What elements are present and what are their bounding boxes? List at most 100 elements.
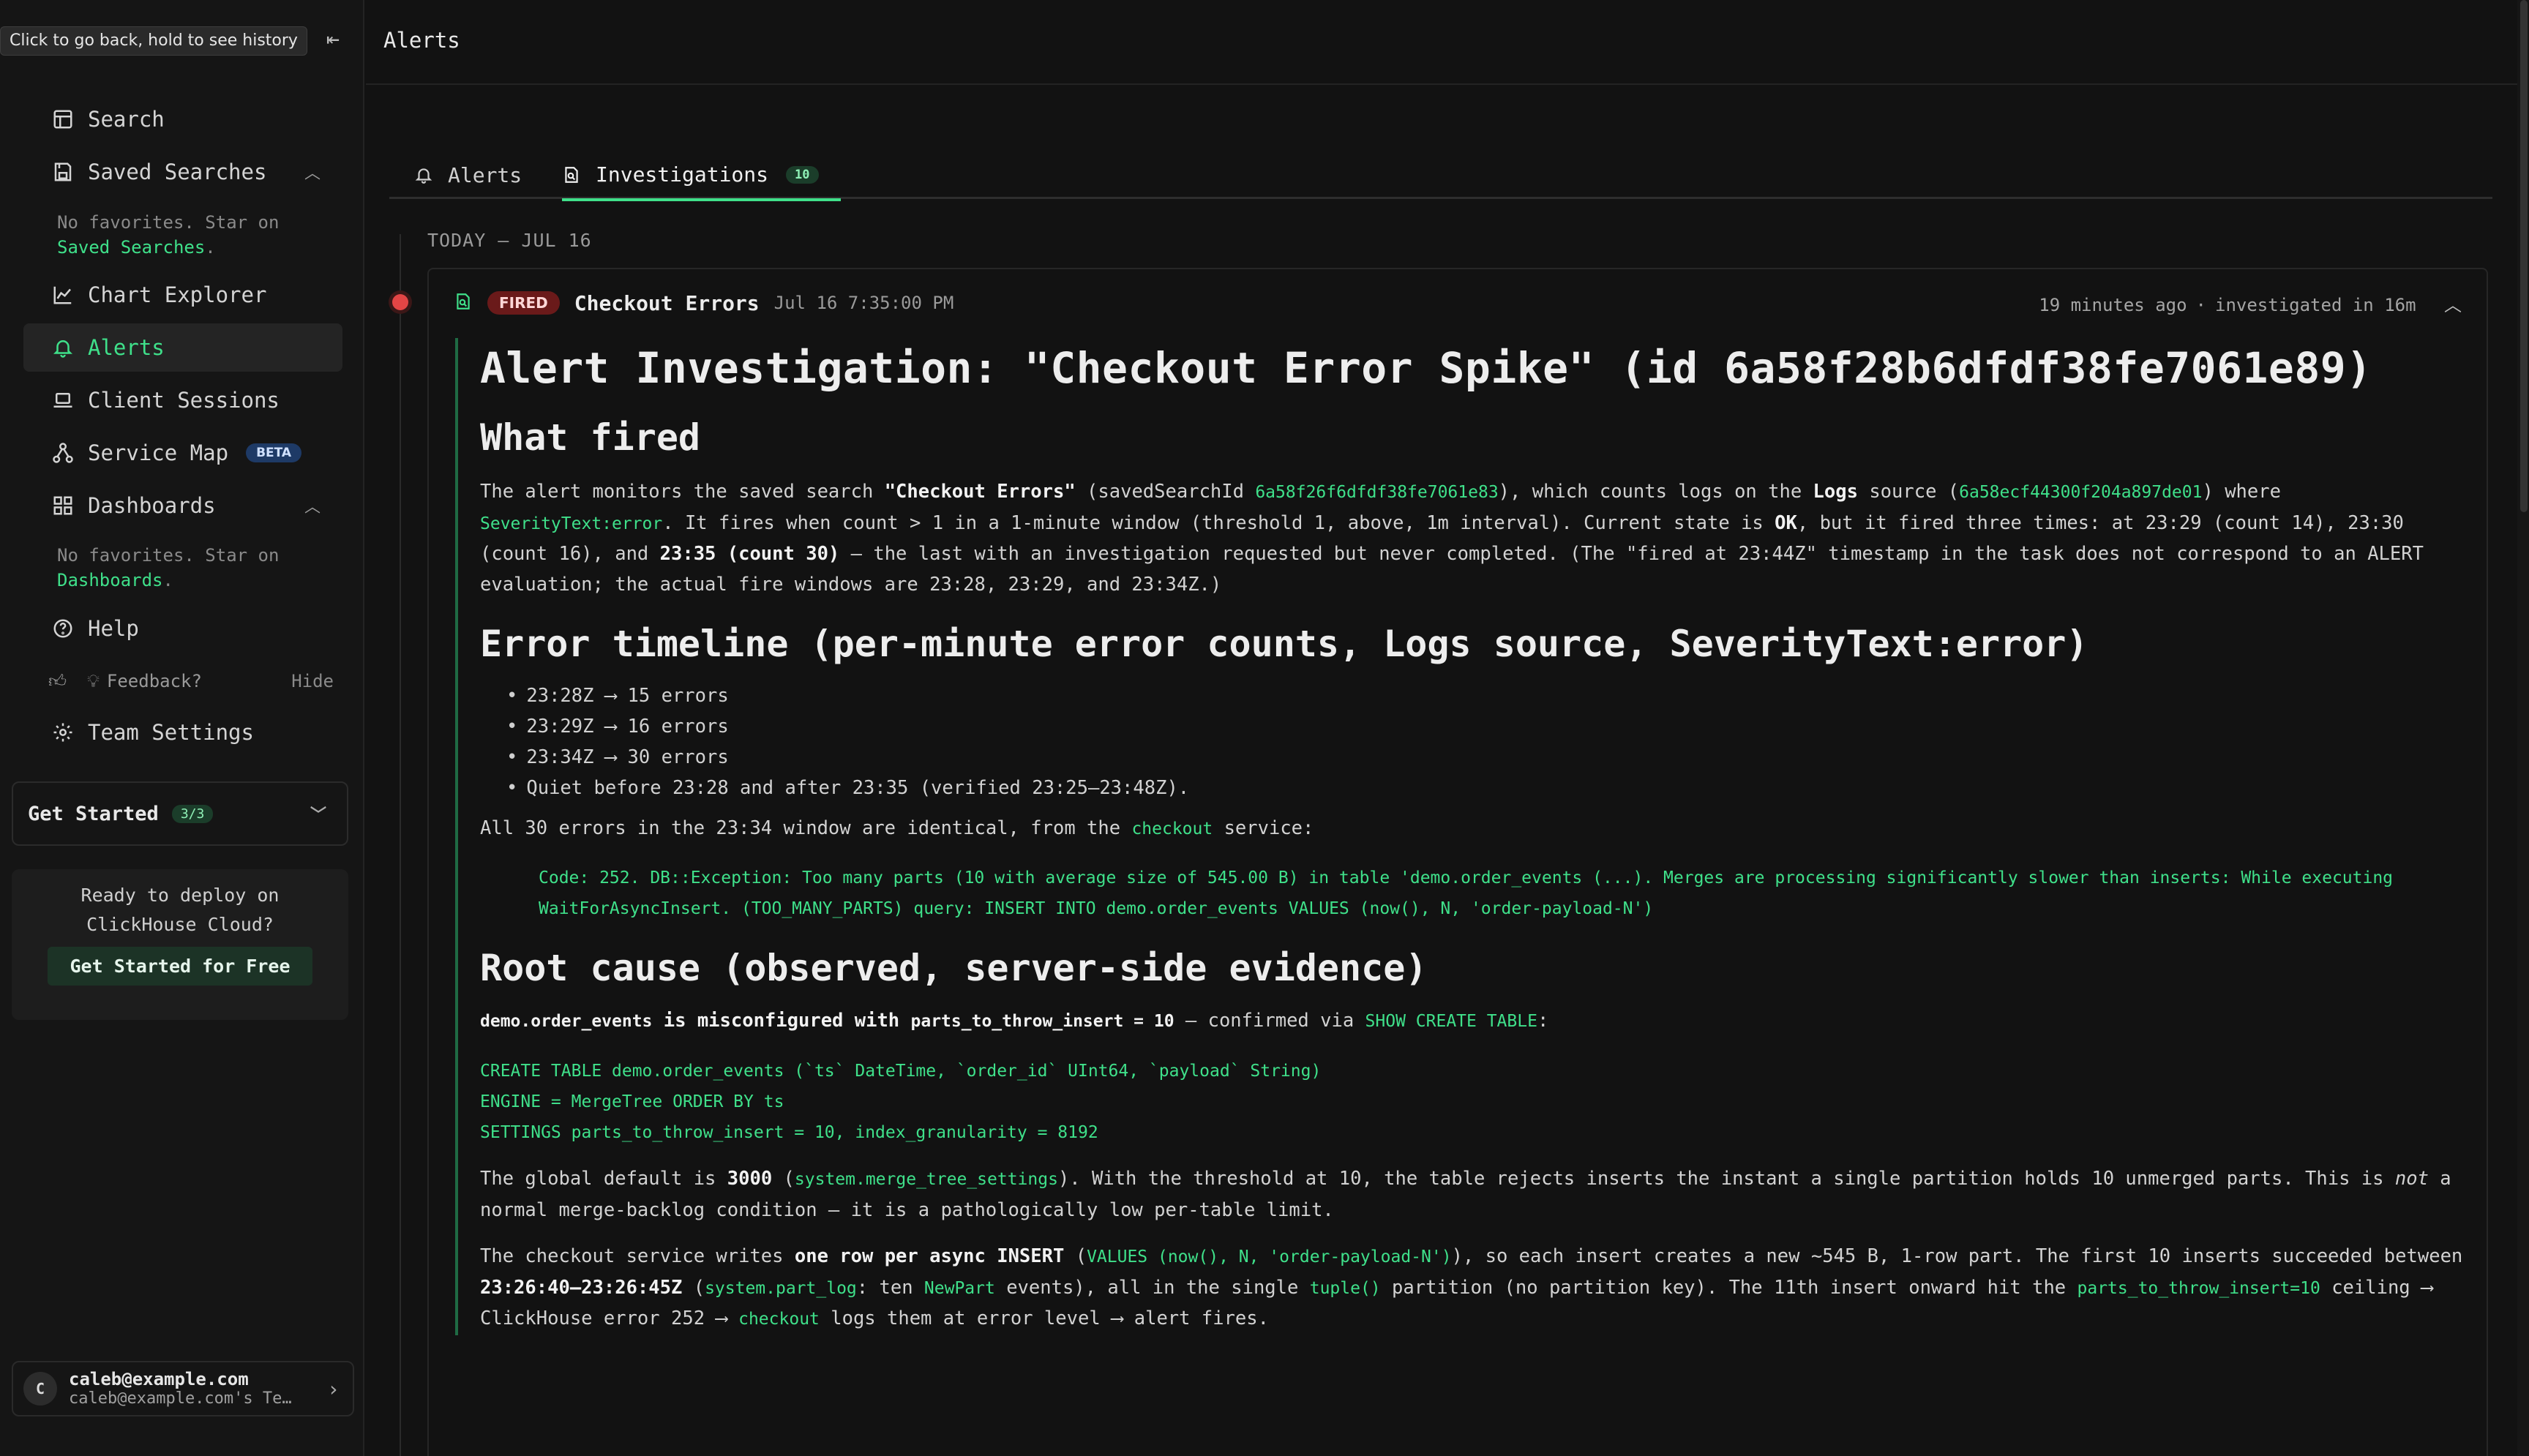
chart-icon [48, 284, 78, 306]
section-heading-error-timeline: Error timeline (per-minute error counts,… [480, 623, 2088, 665]
sidebar-item-alerts[interactable]: Alerts [23, 323, 342, 372]
user-email: caleb@example.com [69, 1369, 249, 1389]
empty-note-text: No favorites. Star on [57, 212, 280, 233]
help-icon [48, 618, 78, 639]
saved-searches-link[interactable]: Saved Searches [57, 237, 205, 258]
sidebar-item-label: Dashboards [88, 493, 216, 518]
collapse-sidebar-button[interactable]: ⇤ [319, 26, 347, 54]
deploy-card: Ready to deploy on ClickHouse Cloud? Get… [12, 869, 348, 1020]
get-started-label: Get Started [28, 802, 159, 825]
alert-time: Jul 16 7:35:00 PM [773, 293, 954, 313]
get-started-toggle[interactable]: Get Started 3/3 ﹀ [12, 781, 348, 846]
file-search-icon [454, 292, 473, 314]
sidebar-item-search[interactable]: Search [23, 95, 342, 143]
sidebar-item-help[interactable]: Help [23, 604, 342, 653]
sidebar-item-service-map[interactable]: Service Map BETA [23, 429, 342, 477]
timeline-line [400, 234, 401, 1456]
grid-icon [48, 495, 78, 517]
chevron-up-icon[interactable]: ︿ [2444, 295, 2462, 315]
errors-summary-paragraph: All 30 errors in the 23:34 window are id… [480, 817, 1314, 839]
chevron-up-icon[interactable]: ︿ [304, 160, 321, 184]
back-tooltip: Click to go back, hold to see history [0, 26, 307, 56]
sidebar-item-dashboards[interactable]: Dashboards ︿ [23, 481, 342, 530]
section-heading-what-fired: What fired [480, 416, 701, 459]
sidebar-item-label: Help [88, 616, 139, 641]
code-line: SETTINGS parts_to_throw_insert = 10, ind… [480, 1123, 1098, 1142]
what-fired-paragraph: The alert monitors the saved search "Che… [480, 481, 2424, 596]
lightbulb-icon: 💡︎ [87, 671, 100, 691]
tab-alerts[interactable]: Alerts [414, 151, 522, 199]
investigation-header[interactable]: FIRED Checkout Errors Jul 16 7:35:00 PM … [429, 269, 2487, 337]
section-heading-root-cause: Root cause (observed, server-side eviden… [480, 946, 1428, 989]
report-title: Alert Investigation: "Checkout Error Spi… [480, 343, 2372, 393]
investigation-card: FIRED Checkout Errors Jul 16 7:35:00 PM … [427, 268, 2488, 1456]
code-line: CREATE TABLE demo.order_events (`ts` Dat… [480, 1062, 1322, 1081]
empty-note-text: No favorites. Star on [57, 545, 280, 566]
timeline-list: 23:28Z ⟶ 15 errors 23:29Z ⟶ 16 errors 23… [480, 680, 2475, 803]
main-content: Alerts Alerts Investigations 10 TODAY — … [366, 0, 2529, 1456]
sidebar: Click to go back, hold to see history ⇤ … [0, 0, 364, 1456]
file-search-icon [565, 166, 578, 183]
deploy-text: Ready to deploy on ClickHouse Cloud? [80, 885, 280, 935]
list-item: Quiet before 23:28 and after 23:35 (veri… [506, 773, 2475, 803]
table-icon [48, 108, 78, 130]
status-badge: FIRED [487, 291, 560, 315]
global-default-paragraph: The global default is 3000 (system.merge… [480, 1168, 2451, 1221]
date-group-label: TODAY — JUL 16 [427, 230, 592, 251]
sidebar-item-client-sessions[interactable]: Client Sessions [23, 376, 342, 424]
tab-label: Alerts [448, 162, 522, 187]
get-started-free-button[interactable]: Get Started for Free [48, 947, 312, 986]
avatar: C [23, 1372, 57, 1406]
sidebar-item-label: Saved Searches [88, 160, 267, 184]
tab-bar: Alerts Investigations 10 [389, 151, 2492, 201]
sql-code-block: CREATE TABLE demo.order_events (`ts` Dat… [480, 1056, 2475, 1148]
list-item: 23:29Z ⟶ 16 errors [506, 711, 2475, 742]
bell-icon [48, 337, 78, 359]
feedback-row: 👍︎ 💡︎ Feedback? Hide [48, 663, 334, 699]
get-started-progress-badge: 3/3 [171, 804, 214, 823]
network-icon [48, 442, 78, 464]
alert-name: Checkout Errors [574, 290, 760, 315]
scrollbar[interactable] [2517, 0, 2529, 1456]
chevron-up-icon[interactable]: ︿ [304, 494, 321, 517]
saved-searches-empty-note: No favorites. Star on Saved Searches. [57, 212, 280, 258]
sidebar-item-label: Alerts [88, 335, 165, 360]
code-line: WaitForAsyncInsert. (TOO_MANY_PARTS) que… [539, 898, 1654, 918]
sidebar-item-label: Client Sessions [88, 388, 280, 413]
scroll-thumb[interactable] [2520, 0, 2528, 512]
sidebar-item-label: Chart Explorer [88, 282, 267, 307]
sidebar-item-label: Service Map [88, 440, 229, 465]
user-team: caleb@example.com's Te… [69, 1389, 292, 1408]
list-item: 23:34Z ⟶ 30 errors [506, 742, 2475, 773]
feedback-link[interactable]: Feedback? [107, 671, 202, 691]
root-cause-paragraph: demo.order_events is misconfigured with … [480, 1009, 1549, 1032]
top-bar: Alerts [366, 0, 2529, 85]
page-title: Alerts [383, 28, 460, 53]
tab-label: Investigations [596, 162, 769, 187]
sidebar-item-label: Team Settings [88, 720, 254, 745]
user-menu[interactable]: C caleb@example.com caleb@example.com's … [12, 1361, 354, 1416]
hide-feedback-button[interactable]: Hide [291, 671, 334, 691]
sidebar-item-label: Search [88, 107, 165, 132]
error-code-block: Code: 252. DB::Exception: Too many parts… [480, 863, 2475, 924]
tab-count-badge: 10 [786, 165, 819, 184]
fired-status-dot [392, 294, 408, 310]
dashboards-link[interactable]: Dashboards [57, 570, 163, 590]
code-line: ENGINE = MergeTree ORDER BY ts [480, 1092, 784, 1111]
code-line: Code: 252. DB::Exception: Too many parts… [539, 868, 2394, 888]
sidebar-item-saved-searches[interactable]: Saved Searches ︿ [23, 148, 342, 196]
save-icon [48, 161, 78, 183]
investigation-report: Alert Investigation: "Checkout Error Spi… [455, 338, 2475, 1335]
bell-icon [415, 168, 432, 184]
tab-investigations[interactable]: Investigations 10 [562, 151, 841, 201]
investigation-duration: investigated in 16m [2215, 294, 2416, 315]
gear-icon [48, 721, 78, 743]
chevron-right-icon: › [327, 1376, 340, 1401]
sidebar-item-team-settings[interactable]: Team Settings [23, 708, 342, 757]
relative-time: 19 minutes ago [2039, 294, 2187, 315]
thumbs-up-icon[interactable]: 👍︎ [48, 671, 67, 692]
beta-badge: BETA [246, 443, 302, 462]
sidebar-item-chart-explorer[interactable]: Chart Explorer [23, 271, 342, 319]
dashboards-empty-note: No favorites. Star on Dashboards. [57, 545, 280, 590]
checkout-writes-paragraph: The checkout service writes one row per … [480, 1245, 2463, 1329]
